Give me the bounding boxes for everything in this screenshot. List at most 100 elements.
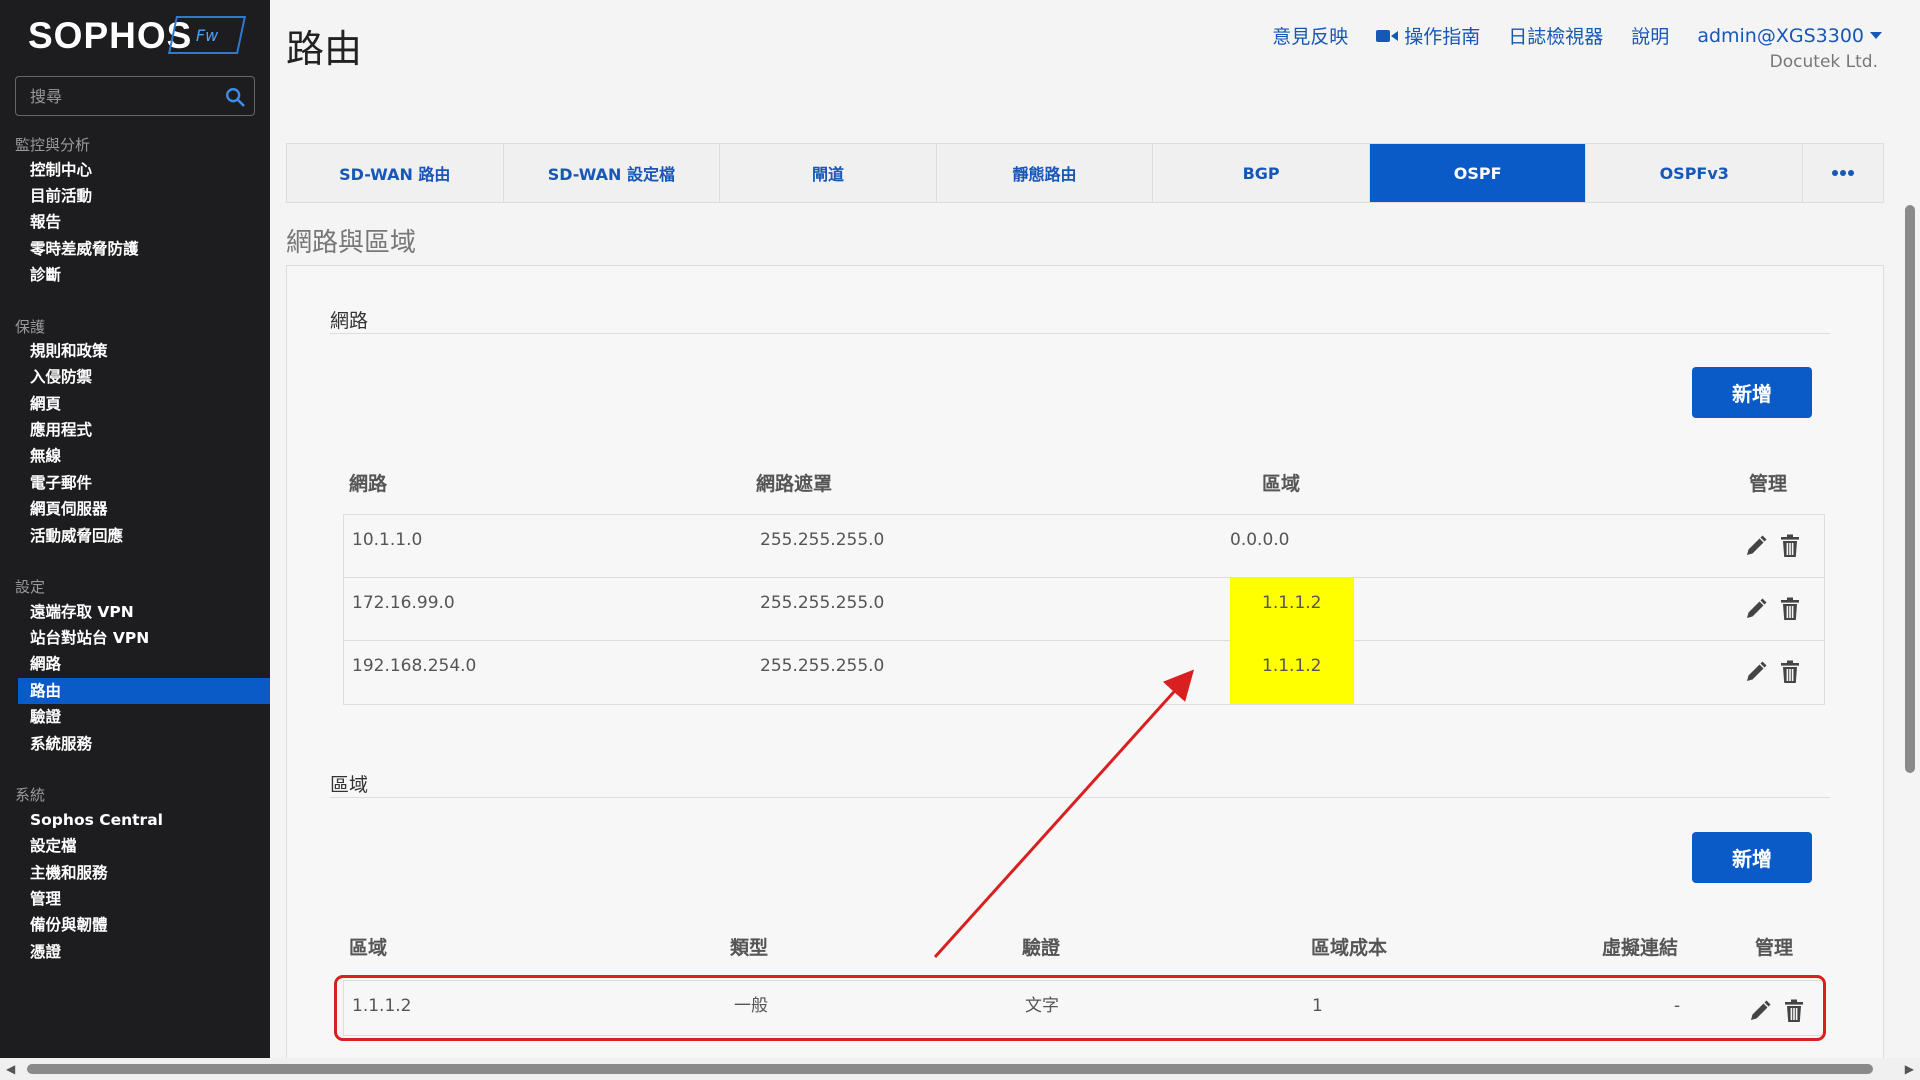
sidebar-item-sophos-central[interactable]: Sophos Central (18, 807, 270, 833)
user-menu[interactable]: admin@XGS3300 (1697, 25, 1882, 47)
sidebar-item-apps[interactable]: 應用程式 (18, 417, 270, 443)
company-name: Docutek Ltd. (1769, 52, 1878, 72)
guide-link[interactable]: 操作指南 (1376, 22, 1480, 49)
add-area-button[interactable]: 新增 (1692, 832, 1812, 883)
sidebar-item-current-activity[interactable]: 目前活動 (18, 183, 270, 209)
routing-tabs: SD-WAN 路由 SD-WAN 設定檔 閘道 靜態路由 BGP OSPF OS… (286, 143, 1884, 203)
feedback-link[interactable]: 意見反映 (1272, 22, 1348, 49)
section-heading: 網路與區域 (286, 228, 417, 258)
tab-bgp[interactable]: BGP (1153, 144, 1370, 202)
help-link[interactable]: 說明 (1631, 22, 1669, 49)
trash-icon[interactable] (1778, 659, 1802, 685)
netmask-cell: 255.255.255.0 (760, 530, 885, 550)
col-header-area: 區域 (1262, 473, 1301, 495)
sidebar-item-remote-vpn[interactable]: 遠端存取 VPN (18, 599, 270, 625)
video-camera-icon (1376, 29, 1399, 42)
vertical-scrollbar[interactable] (1900, 0, 1920, 1058)
nav-group-monitor: 監控與分析 (15, 136, 91, 154)
tab-sdwan-routes[interactable]: SD-WAN 路由 (287, 144, 504, 202)
col-header-manage: 管理 (1749, 473, 1788, 495)
sidebar-item-web-server[interactable]: 網頁伺服器 (18, 496, 270, 522)
scroll-left-icon[interactable]: ◀ (6, 1062, 15, 1076)
tab-sdwan-profiles[interactable]: SD-WAN 設定檔 (504, 144, 721, 202)
sidebar-item-administration[interactable]: 管理 (18, 886, 270, 912)
tab-static-routes[interactable]: 靜態路由 (937, 144, 1154, 202)
network-cell: 192.168.254.0 (352, 656, 477, 676)
col-header-network: 網路 (349, 473, 388, 495)
sidebar-item-reports[interactable]: 報告 (18, 209, 270, 235)
trash-icon[interactable] (1778, 596, 1802, 622)
edit-icon[interactable] (1744, 596, 1768, 622)
log-viewer-link[interactable]: 日誌檢視器 (1508, 22, 1603, 49)
sidebar-item-profiles[interactable]: 設定檔 (18, 833, 270, 859)
edit-icon[interactable] (1744, 533, 1768, 559)
area-cell: 0.0.0.0 (1230, 530, 1290, 550)
nav-group-protect: 保護 (15, 318, 46, 336)
guide-label: 操作指南 (1404, 26, 1481, 48)
horizontal-scroll-thumb[interactable] (27, 1064, 1873, 1074)
caret-down-icon (1870, 31, 1882, 39)
search-input[interactable] (16, 77, 211, 115)
sidebar-item-ips[interactable]: 入侵防禦 (18, 364, 270, 390)
row-actions (1744, 533, 1802, 559)
col-header-area-name: 區域 (349, 937, 388, 959)
feedback-label: 意見反映 (1272, 26, 1349, 48)
col-header-auth: 驗證 (1022, 937, 1061, 959)
nav-group-system: 系統 (15, 786, 46, 804)
more-tabs-button[interactable] (1803, 144, 1883, 202)
sidebar-item-hosts-services[interactable]: 主機和服務 (18, 860, 270, 886)
col-header-virtual-link: 虛擬連結 (1602, 937, 1679, 959)
more-dots-icon (1832, 170, 1855, 176)
help-label: 說明 (1631, 26, 1670, 48)
area-cell-highlighted: 1.1.1.2 (1230, 578, 1354, 641)
sidebar-item-certificates[interactable]: 憑證 (18, 939, 270, 965)
edit-icon[interactable] (1744, 659, 1768, 685)
search-icon[interactable] (224, 86, 246, 108)
sidebar-item-s2s-vpn[interactable]: 站台對站台 VPN (18, 625, 270, 651)
fw-badge-label: Fw (195, 25, 219, 45)
sidebar-item-wireless[interactable]: 無線 (18, 443, 270, 469)
sidebar-item-email[interactable]: 電子郵件 (18, 470, 270, 496)
sidebar-item-diagnostics[interactable]: 診斷 (18, 262, 270, 288)
tab-ospf[interactable]: OSPF (1369, 144, 1587, 202)
sidebar-item-authentication[interactable]: 驗證 (18, 704, 270, 730)
network-cell: 172.16.99.0 (352, 593, 455, 613)
fw-badge: Fw (167, 16, 247, 54)
col-header-netmask: 網路遮罩 (756, 473, 833, 495)
area-subtitle: 區域 (330, 774, 369, 796)
row-actions (1744, 596, 1802, 622)
horizontal-scrollbar[interactable]: ◀ ▶ (0, 1058, 1920, 1080)
page-title: 路由 (286, 27, 363, 71)
area-cell-highlighted: 1.1.1.2 (1230, 641, 1354, 704)
top-links: 意見反映 操作指南 日誌檢視器 說明 admin@XGS3300 (1272, 22, 1882, 49)
scroll-right-icon[interactable]: ▶ (1905, 1062, 1914, 1076)
col-header-area-manage: 管理 (1755, 937, 1794, 959)
sidebar-item-backup-firmware[interactable]: 備份與韌體 (18, 912, 270, 938)
nav-group-configure: 設定 (15, 578, 46, 596)
tab-gateways[interactable]: 閘道 (720, 144, 937, 202)
annotation-highlight-box (334, 975, 1826, 1041)
netmask-cell: 255.255.255.0 (760, 593, 885, 613)
log-viewer-label: 日誌檢視器 (1508, 26, 1604, 48)
trash-icon[interactable] (1778, 533, 1802, 559)
sidebar-item-system-services[interactable]: 系統服務 (18, 731, 270, 757)
table-row: 192.168.254.0 255.255.255.0 1.1.1.2 (344, 641, 1824, 704)
vertical-scroll-thumb[interactable] (1905, 205, 1915, 773)
sidebar-item-routing[interactable]: 路由 (18, 678, 270, 704)
sidebar-item-control-center[interactable]: 控制中心 (18, 157, 270, 183)
table-row: 172.16.99.0 255.255.255.0 1.1.1.2 (344, 578, 1824, 641)
tab-ospfv3[interactable]: OSPFv3 (1586, 144, 1804, 202)
row-actions (1744, 659, 1802, 685)
network-divider (330, 333, 1830, 334)
sidebar-item-network[interactable]: 網路 (18, 651, 270, 677)
sidebar-item-zero-day[interactable]: 零時差威脅防護 (18, 236, 270, 262)
sidebar-item-web[interactable]: 網頁 (18, 391, 270, 417)
sidebar-item-rules[interactable]: 規則和政策 (18, 338, 270, 364)
network-table: 10.1.1.0 255.255.255.0 0.0.0.0 172.16.99… (343, 514, 1825, 705)
network-subtitle: 網路 (330, 310, 369, 332)
col-header-cost: 區域成本 (1311, 937, 1388, 959)
add-network-button[interactable]: 新增 (1692, 367, 1812, 418)
area-divider (330, 797, 1830, 798)
sidebar-item-active-threat[interactable]: 活動威脅回應 (18, 523, 270, 549)
sidebar: SOPHOS Fw 監控與分析 控制中心 目前活動 報告 零時差威脅防護 診斷 … (0, 0, 270, 1058)
